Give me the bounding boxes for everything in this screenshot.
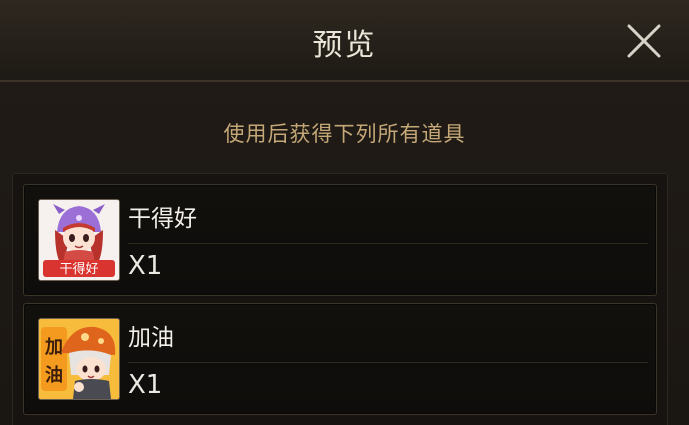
emote-cheer-icon: 加 油 xyxy=(38,318,120,400)
emote-good-job-text: 干得好 xyxy=(59,261,98,277)
dialog-title: 预览 xyxy=(312,28,377,63)
close-button[interactable] xyxy=(624,21,664,61)
reward-item-name: 干得好 xyxy=(128,206,197,232)
close-icon xyxy=(627,24,661,58)
dialog-header: 预览 xyxy=(0,0,689,82)
svg-text:油: 油 xyxy=(45,364,63,386)
item-divider xyxy=(128,243,648,244)
emote-good-job-icon: 干得好 xyxy=(38,199,120,281)
reward-item-quantity: X1 xyxy=(128,370,163,400)
reward-item-good-job[interactable]: 干得好 干得好 X1 xyxy=(23,184,657,296)
svg-text:加: 加 xyxy=(44,337,63,358)
dialog-subtitle: 使用后获得下列所有道具 xyxy=(223,122,466,146)
reward-list[interactable]: 干得好 干得好 X1 加 油 加油 X1 xyxy=(12,173,668,425)
reward-item-quantity: X1 xyxy=(128,251,163,281)
item-divider xyxy=(128,362,648,363)
reward-item-name: 加油 xyxy=(128,325,174,351)
reward-item-cheer[interactable]: 加 油 加油 X1 xyxy=(23,303,657,415)
